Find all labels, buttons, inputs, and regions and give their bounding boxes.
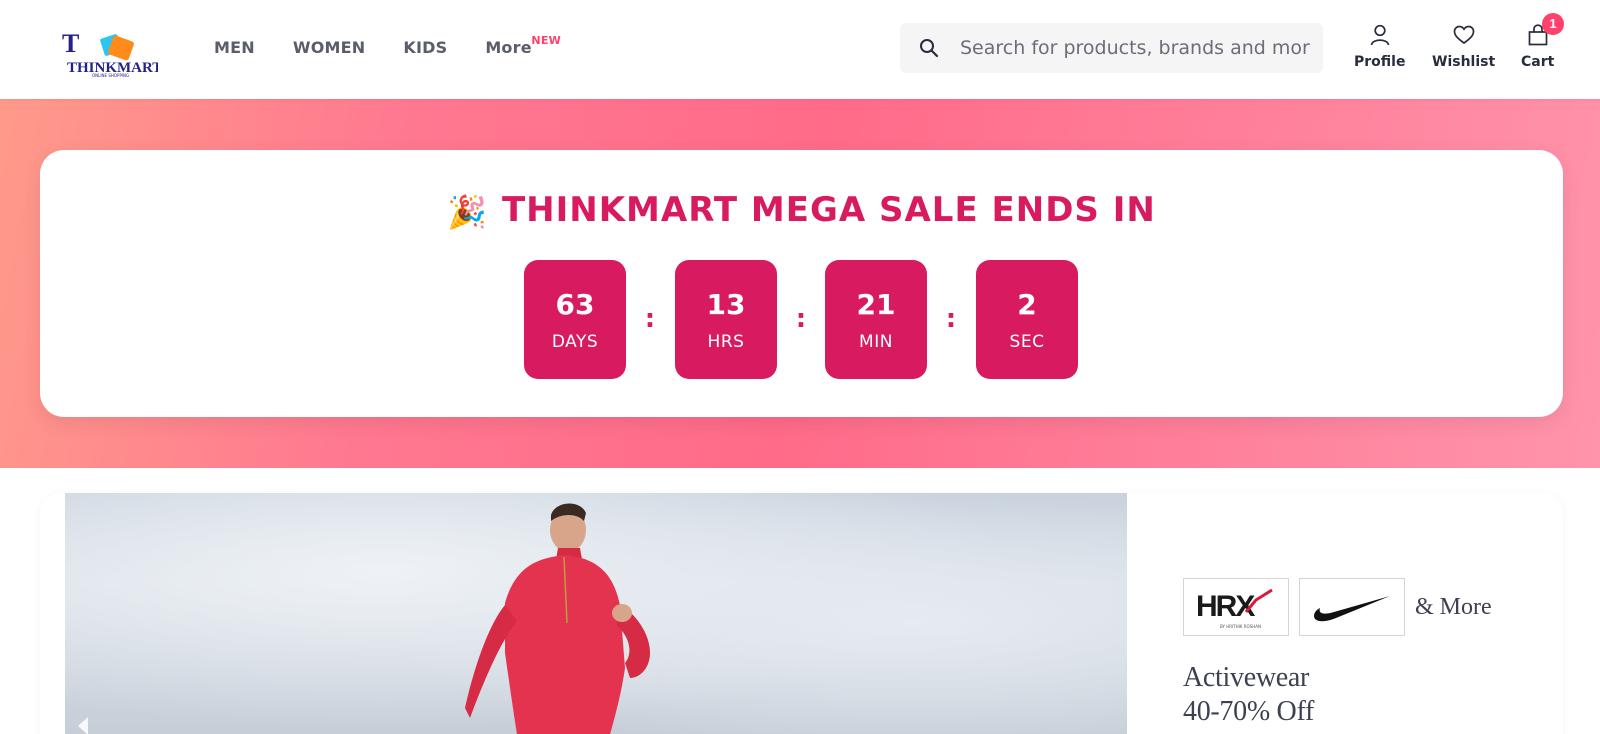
site-header: T THINKMART ONLINE SHOPPING MEN WOMEN KI…: [0, 0, 1600, 99]
timer-seconds-value: 2: [1017, 288, 1037, 321]
heart-icon: [1452, 22, 1476, 48]
timer-hours-unit: HRS: [707, 332, 745, 352]
carousel-prev-arrow-icon[interactable]: [78, 717, 88, 734]
hrx-subtext: BY HRITHIK ROSHAN: [1220, 624, 1261, 629]
timer-hours-value: 13: [706, 288, 746, 321]
party-popper-icon: 🎉: [447, 193, 488, 231]
header-actions: Profile Wishlist Cart 1: [1350, 13, 1580, 76]
search-icon[interactable]: [904, 23, 954, 73]
timer-minutes-value: 21: [856, 288, 896, 321]
hrx-logo[interactable]: HRX BY HRITHIK ROSHAN: [1183, 578, 1289, 636]
runner-hero-image[interactable]: [65, 493, 1127, 734]
timer-separator: :: [644, 304, 656, 334]
promo-discount: 40-70% Off: [1183, 696, 1315, 727]
nav-men[interactable]: MEN: [214, 36, 255, 60]
timer-days-unit: DAYS: [551, 332, 599, 352]
timer-separator: :: [945, 304, 957, 334]
wishlist-label: Wishlist: [1432, 54, 1496, 70]
nav-kids[interactable]: KIDS: [403, 36, 447, 60]
timer-minutes-unit: MIN: [859, 332, 893, 352]
cart-label: Cart: [1521, 54, 1555, 70]
more-brands-label: & More: [1415, 593, 1492, 620]
svg-text:T: T: [62, 30, 79, 58]
nav-women[interactable]: WOMEN: [293, 36, 366, 60]
promo-category: Activewear: [1183, 662, 1310, 693]
timer-hours: 13 HRS: [675, 260, 777, 379]
new-badge: NEW: [531, 34, 562, 47]
sale-title-text: THINKMART MEGA SALE ENDS IN: [501, 190, 1156, 230]
user-icon: [1368, 22, 1392, 48]
timer-separator: :: [795, 304, 807, 334]
timer-days-value: 63: [555, 288, 595, 321]
sale-countdown-card: 🎉 THINKMART MEGA SALE ENDS IN 63 DAYS : 1…: [40, 150, 1563, 417]
logo-tagline: ONLINE SHOPPING: [92, 73, 129, 78]
search-bar: [900, 23, 1323, 73]
profile-button[interactable]: Profile: [1354, 22, 1405, 70]
activewear-promo-card[interactable]: HRX BY HRITHIK ROSHAN & More Activewear …: [40, 493, 1563, 734]
nav-more-label: More: [485, 38, 532, 57]
timer-minutes: 21 MIN: [825, 260, 927, 379]
thinkmart-logo[interactable]: T THINKMART ONLINE SHOPPING: [62, 30, 158, 78]
timer-days: 63 DAYS: [524, 260, 626, 379]
promo-copy: Activewear 40-70% Off: [1183, 661, 1314, 729]
cart-count-badge: 1: [1542, 13, 1564, 35]
countdown-timer: 63 DAYS : 13 HRS : 21 MIN : 2 SEC: [524, 260, 1124, 379]
main-nav: MEN WOMEN KIDS More NEW: [214, 34, 561, 60]
sale-title: 🎉 THINKMART MEGA SALE ENDS IN: [40, 190, 1563, 231]
cart-button[interactable]: Cart 1: [1521, 13, 1564, 70]
brand-logos: HRX BY HRITHIK ROSHAN & More: [1183, 578, 1492, 636]
nike-logo[interactable]: [1299, 578, 1405, 636]
search-input[interactable]: [960, 23, 1310, 73]
timer-seconds-unit: SEC: [1009, 332, 1045, 352]
hrx-wordmark: HRX: [1196, 590, 1255, 623]
profile-label: Profile: [1354, 54, 1406, 70]
nav-more[interactable]: More NEW: [485, 34, 560, 60]
timer-seconds: 2 SEC: [976, 260, 1078, 379]
wishlist-button[interactable]: Wishlist: [1432, 22, 1495, 70]
